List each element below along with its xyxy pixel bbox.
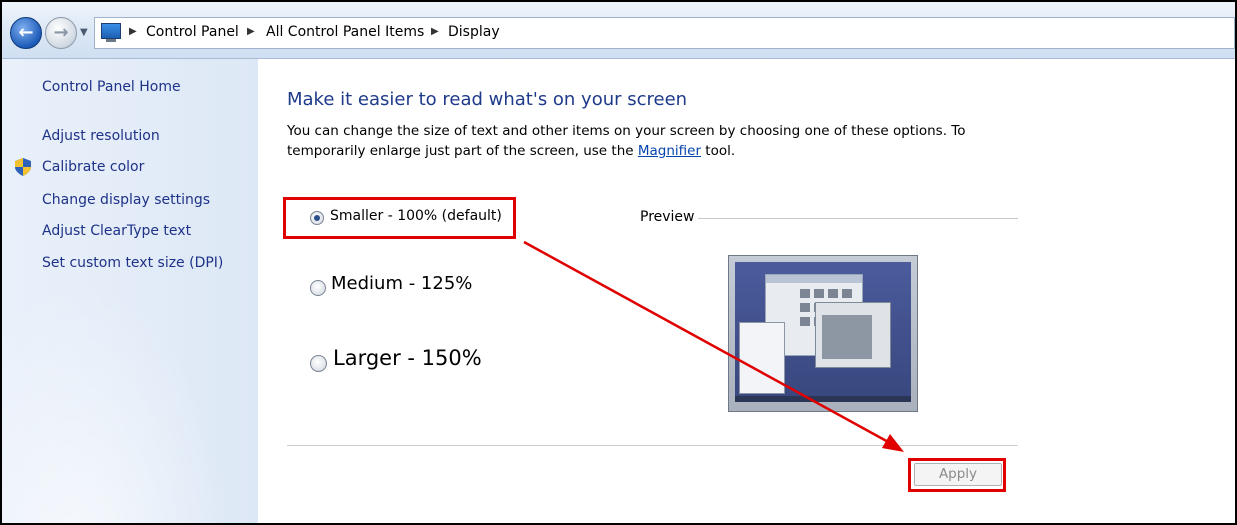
back-arrow-icon: ←	[18, 22, 34, 43]
sidebar-item-calibrate-color[interactable]: Calibrate color	[42, 159, 144, 175]
breadcrumb-all-items[interactable]: All Control Panel Items	[266, 24, 424, 40]
window: ← → ▼ ▶ Control Panel ▶ All Control Pane…	[0, 0, 1237, 525]
preview-tile	[814, 289, 824, 298]
sidebar-item-adjust-resolution[interactable]: Adjust resolution	[42, 128, 160, 144]
sidebar-item-home[interactable]: Control Panel Home	[42, 79, 181, 95]
description-text-end: tool.	[701, 143, 736, 159]
forward-button[interactable]: →	[45, 17, 77, 49]
page-description: You can change the size of text and othe…	[287, 121, 987, 161]
magnifier-link[interactable]: Magnifier	[638, 143, 701, 159]
back-button[interactable]: ←	[10, 17, 42, 49]
radio-medium[interactable]	[310, 280, 326, 296]
chevron-right-icon[interactable]: ▶	[129, 26, 137, 37]
sidebar-item-custom-text-size[interactable]: Set custom text size (DPI)	[42, 255, 223, 271]
chevron-right-icon[interactable]: ▶	[431, 26, 439, 37]
radio-smaller[interactable]	[310, 211, 324, 225]
option-smaller-label[interactable]: Smaller - 100% (default)	[330, 208, 502, 224]
uac-shield-icon	[15, 158, 31, 176]
page-title: Make it easier to read what's on your sc…	[287, 89, 688, 110]
sidebar-item-adjust-cleartype[interactable]: Adjust ClearType text	[42, 223, 191, 239]
preview-taskbar	[735, 396, 911, 402]
preview-label: Preview	[640, 209, 695, 225]
preview-screen	[735, 262, 911, 402]
chevron-right-icon[interactable]: ▶	[247, 26, 255, 37]
sidebar: Control Panel Home Adjust resolution Cal…	[2, 59, 258, 523]
apply-button[interactable]: Apply	[914, 463, 1002, 486]
recent-pages-dropdown-icon[interactable]: ▼	[80, 27, 88, 38]
bottom-divider	[287, 445, 1018, 446]
breadcrumb-control-panel[interactable]: Control Panel	[146, 24, 239, 40]
preview-tile	[800, 289, 810, 298]
main-content: Make it easier to read what's on your sc…	[258, 59, 1235, 523]
breadcrumb-display[interactable]: Display	[448, 24, 500, 40]
radio-larger[interactable]	[310, 355, 327, 372]
preview-tile	[842, 289, 852, 298]
preview-titlebar	[766, 275, 862, 283]
preview-tile	[828, 289, 838, 298]
preview-tile	[800, 317, 810, 326]
sidebar-item-change-display-settings[interactable]: Change display settings	[42, 192, 210, 208]
preview-pane	[822, 315, 872, 359]
option-medium-label[interactable]: Medium - 125%	[331, 273, 472, 294]
forward-arrow-icon: →	[53, 22, 69, 43]
preview-window	[815, 302, 891, 368]
address-bar: ← → ▼ ▶ Control Panel ▶ All Control Pane…	[2, 2, 1235, 59]
control-panel-icon	[101, 23, 121, 42]
description-text: You can change the size of text and othe…	[287, 123, 966, 159]
preview-tile	[800, 303, 810, 312]
option-larger-label[interactable]: Larger - 150%	[333, 346, 482, 370]
breadcrumb[interactable]: ▶ Control Panel ▶ All Control Panel Item…	[94, 17, 1235, 49]
preview-divider	[698, 218, 1018, 219]
preview-image	[728, 255, 918, 412]
preview-window	[739, 322, 785, 394]
